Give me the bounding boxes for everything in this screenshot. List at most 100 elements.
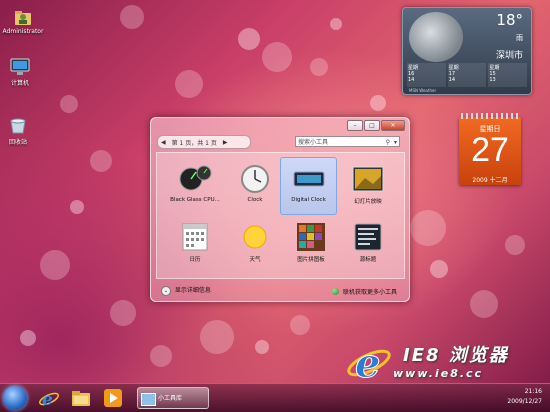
desktop: Administrator 计算机 回收站 18° 雨 深圳市 星期 16 14… — [0, 0, 550, 412]
cpu-meter-icon — [178, 164, 212, 194]
calendar-day: 27 — [471, 131, 509, 169]
gadget-tile-digital-clock[interactable]: Digital Clock — [280, 157, 337, 215]
forecast-day-name: 星期 — [408, 65, 419, 71]
search-icon[interactable]: ⚲ — [386, 137, 390, 148]
window-thumbnail-icon — [141, 393, 156, 406]
clock-date: 2009/12/27 — [507, 398, 542, 405]
forecast-day-name: 星期 — [489, 65, 500, 71]
forecast-day: 星期 15 13 — [488, 63, 528, 87]
media-player-icon[interactable] — [102, 387, 124, 409]
clock-icon — [238, 164, 272, 194]
svg-text:e: e — [355, 340, 380, 387]
maximize-button[interactable]: □ — [364, 120, 380, 131]
calendar-gadget[interactable]: 星期日 27 2009 十二月 — [459, 113, 521, 185]
recycle-bin-icon — [8, 117, 28, 135]
desktop-icon-label: 回收站 — [8, 139, 27, 146]
folder-icon[interactable] — [70, 387, 92, 409]
bokeh — [262, 42, 292, 72]
bokeh — [370, 95, 386, 111]
feed-headlines-icon — [351, 222, 385, 252]
gadget-gallery-window: – □ ✕ ◀ 第 1 页，共 1 页 ▶ 搜索小工具 ⚲ ▾ Black Gl… — [150, 117, 410, 302]
next-page-button[interactable]: ▶ — [220, 139, 231, 146]
bokeh — [505, 235, 525, 255]
gadget-tile-clock[interactable]: Clock — [227, 158, 283, 214]
ie-logo-icon: e — [345, 335, 393, 388]
show-details-label: 显示详细信息 — [174, 287, 211, 294]
weather-city: 深圳市 — [495, 51, 523, 61]
desktop-icon-administrator[interactable]: Administrator — [0, 8, 46, 35]
chevron-down-icon: ⌄ — [161, 286, 171, 296]
weather-source[interactable]: MSN Weather — [409, 88, 436, 93]
bokeh — [310, 58, 328, 76]
bokeh — [470, 290, 498, 318]
gadget-tile-slideshow[interactable]: 幻灯片放映 — [340, 158, 396, 214]
forecast-day-name: 星期 — [448, 65, 459, 71]
bokeh — [60, 95, 78, 113]
gadget-tile-cpu[interactable]: Black Glass CPU... — [167, 158, 223, 214]
bokeh — [238, 28, 260, 50]
bokeh — [20, 330, 36, 346]
search-input[interactable]: 搜索小工具 ⚲ ▾ — [295, 136, 400, 147]
bokeh — [430, 260, 448, 278]
gadget-label: Black Glass CPU... — [170, 197, 220, 203]
slideshow-icon — [351, 164, 385, 194]
show-details-toggle[interactable]: ⌄ 显示详细信息 — [161, 285, 211, 296]
bokeh — [120, 5, 144, 29]
desktop-icon-computer[interactable]: 计算机 — [0, 58, 43, 87]
clock-time: 21:16 — [524, 388, 542, 395]
user-folder-icon — [13, 8, 33, 26]
taskbar-window-button[interactable]: 小工具库 — [137, 387, 209, 409]
gadget-label: Digital Clock — [291, 197, 326, 203]
desktop-icon-recycle-bin[interactable]: 回收站 — [0, 117, 41, 146]
gadget-label: 日历 — [189, 257, 201, 263]
gadget-label: 幻灯片放映 — [354, 199, 382, 205]
gadget-label: Clock — [247, 197, 263, 203]
prev-page-button[interactable]: ◀ — [158, 139, 169, 146]
page-navigator: ◀ 第 1 页，共 1 页 ▶ — [157, 135, 251, 149]
page-label: 第 1 页，共 1 页 — [171, 139, 217, 147]
get-gadgets-online-link[interactable]: 联机获取更多小工具 — [332, 287, 397, 296]
search-placeholder: 搜索小工具 — [298, 139, 329, 146]
bokeh — [175, 70, 203, 98]
calendar-icon — [178, 222, 212, 252]
computer-icon — [10, 58, 30, 76]
forecast-day-low: 14 — [448, 77, 456, 83]
gadget-tile-puzzle[interactable]: 图片拼图板 — [283, 216, 339, 272]
gadget-label: 天气 — [249, 257, 261, 263]
internet-explorer-icon[interactable]: e — [38, 387, 60, 410]
gadget-list: Black Glass CPU... Clock Digital Clock 幻… — [156, 152, 405, 279]
calendar-rings — [461, 113, 519, 119]
bokeh — [40, 250, 70, 280]
bokeh — [330, 18, 342, 30]
bokeh — [90, 150, 112, 172]
weather-forecast: 星期 16 14 星期 17 14 星期 15 13 — [407, 63, 528, 87]
get-online-label: 联机获取更多小工具 — [342, 289, 397, 296]
minimize-button[interactable]: – — [347, 120, 363, 131]
bokeh — [290, 315, 310, 335]
weather-gadget[interactable]: 18° 雨 深圳市 星期 16 14 星期 17 14 星期 15 13 MSN… — [402, 7, 532, 95]
gadget-tile-weather[interactable]: 天气 — [227, 216, 283, 272]
forecast-day: 星期 17 14 — [447, 63, 487, 87]
gadget-tile-feed-headlines[interactable]: 源标题 — [340, 216, 396, 272]
close-button[interactable]: ✕ — [381, 120, 405, 131]
bokeh — [200, 320, 234, 354]
chevron-down-icon[interactable]: ▾ — [394, 137, 397, 148]
weather-icon — [238, 222, 272, 252]
system-clock[interactable]: 21:16 2009/12/27 — [507, 387, 542, 407]
digital-clock-icon — [292, 164, 326, 194]
taskbar-window-label: 小工具库 — [158, 395, 183, 402]
weather-description: 雨 — [516, 34, 523, 42]
gadget-label: 图片拼图板 — [297, 257, 325, 263]
gadget-label: 源标题 — [359, 257, 377, 263]
gadget-tile-calendar[interactable]: 日历 — [167, 216, 223, 272]
puzzle-icon — [294, 222, 328, 252]
windows-start-orb-icon[interactable] — [3, 386, 27, 410]
desktop-icon-label: Administrator — [2, 28, 44, 35]
bokeh — [255, 340, 269, 354]
forecast-day: 星期 16 14 — [407, 63, 446, 87]
forecast-day-low: 14 — [408, 77, 415, 83]
window-controls: – □ ✕ — [347, 120, 405, 131]
desktop-icon-label: 计算机 — [10, 80, 29, 87]
taskbar: e 小工具库 21:16 2009/12/27 — [0, 383, 550, 412]
forecast-day-low: 13 — [489, 77, 496, 83]
